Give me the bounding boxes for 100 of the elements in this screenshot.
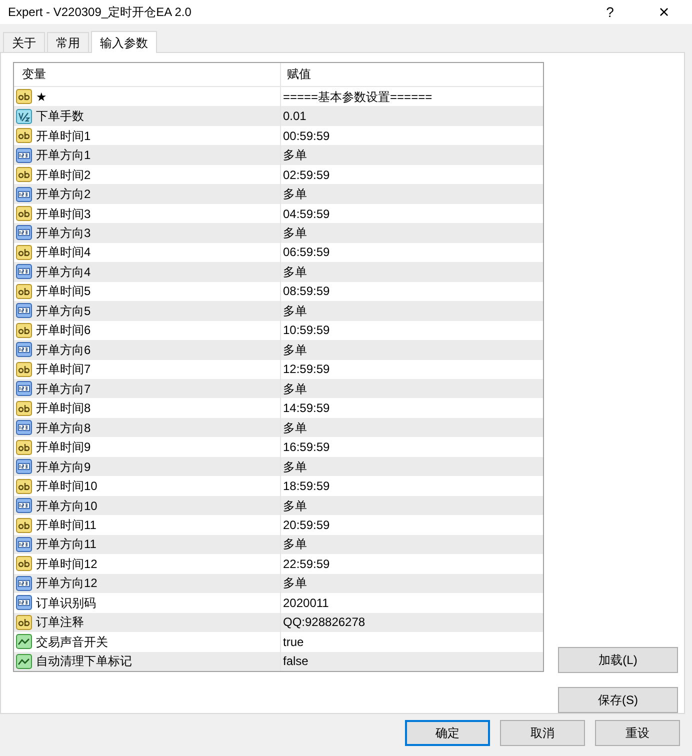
help-button[interactable]: ? — [598, 2, 622, 22]
parameter-value: 2020011 — [283, 594, 329, 612]
parameter-value: 多单 — [283, 342, 307, 359]
parameter-value: 多单 — [283, 575, 307, 592]
parameter-name: 开单时间5 — [36, 283, 91, 300]
string-type-icon — [16, 284, 32, 299]
dialog-button[interactable]: 加载(L) — [558, 647, 678, 673]
parameter-name: 开单时间1 — [36, 128, 91, 145]
column-header[interactable]: 变量 — [14, 63, 281, 86]
parameter-name: 开单方向1 — [36, 147, 91, 164]
dialog-button[interactable]: 取消 — [500, 720, 585, 746]
number-type-icon — [16, 536, 32, 552]
string-type-icon — [16, 518, 32, 533]
string-type-icon — [16, 244, 32, 260]
number-type-icon — [16, 576, 32, 591]
parameter-value: QQ:928826278 — [283, 614, 366, 632]
toggle-type-icon — [16, 634, 32, 650]
parameter-value: 00:59:59 — [283, 128, 330, 145]
parameter-name: 开单时间4 — [36, 244, 91, 262]
parameter-value: 14:59:59 — [283, 400, 330, 418]
parameter-name: 开单时间10 — [36, 478, 98, 496]
string-type-icon — [16, 89, 32, 104]
window-title: Expert - V220309_定时开仓EA 2.0 — [8, 4, 192, 21]
parameter-name: 开单方向5 — [36, 302, 91, 320]
parameter-name: 开单时间6 — [36, 322, 91, 340]
parameter-value: 多单 — [283, 264, 307, 281]
parameter-value: 多单 — [283, 380, 307, 398]
parameter-name: 开单方向8 — [36, 420, 91, 437]
parameter-value: 0.01 — [283, 108, 306, 126]
string-type-icon — [16, 167, 32, 182]
fraction-type-icon — [16, 108, 32, 124]
parameter-name: 开单时间3 — [36, 206, 91, 223]
string-type-icon — [16, 556, 32, 572]
string-type-icon — [16, 322, 32, 338]
column-header[interactable]: 赋值 — [281, 63, 543, 86]
parameter-name: 开单时间11 — [36, 517, 96, 534]
number-type-icon — [16, 225, 32, 240]
number-type-icon — [16, 420, 32, 436]
parameter-name: 开单方向4 — [36, 264, 91, 281]
parameter-name: 开单方向9 — [36, 458, 91, 476]
parameter-name: 下单手数 — [36, 108, 84, 126]
parameter-value: 16:59:59 — [283, 439, 330, 456]
tab[interactable]: 常用 — [47, 32, 89, 52]
parameter-value: 08:59:59 — [283, 283, 330, 300]
number-type-icon — [16, 186, 32, 202]
close-button[interactable]: × — [652, 0, 676, 26]
toggle-type-icon — [16, 654, 32, 669]
number-type-icon — [16, 303, 32, 318]
parameter-name: 开单方向12 — [36, 575, 98, 592]
parameter-value: 多单 — [283, 458, 307, 476]
parameter-name: 开单方向6 — [36, 342, 91, 359]
parameter-value: 10:59:59 — [283, 322, 330, 340]
parameter-value: 多单 — [283, 536, 307, 554]
tab[interactable]: 输入参数 — [91, 31, 157, 53]
parameter-value: true — [283, 634, 304, 651]
parameter-value: false — [283, 653, 308, 670]
parameter-value: 多单 — [283, 498, 307, 515]
string-type-icon — [16, 362, 32, 377]
tab[interactable]: 关于 — [3, 32, 45, 52]
number-type-icon — [16, 381, 32, 396]
number-type-icon — [16, 342, 32, 358]
parameter-value: 22:59:59 — [283, 556, 330, 573]
number-type-icon — [16, 264, 32, 280]
parameter-name: 交易声音开关 — [36, 634, 108, 651]
number-type-icon — [16, 148, 32, 163]
parameter-name: 开单方向10 — [36, 498, 98, 515]
parameter-name: 订单识别码 — [36, 594, 96, 612]
parameter-value: 多单 — [283, 224, 307, 242]
parameter-name: 开单方向3 — [36, 224, 91, 242]
parameter-value: 多单 — [283, 302, 307, 320]
number-type-icon — [16, 498, 32, 514]
string-type-icon — [16, 128, 32, 144]
parameter-name: ★ — [36, 88, 47, 106]
parameter-value: 多单 — [283, 420, 307, 437]
parameter-value: 多单 — [283, 147, 307, 164]
dialog-button[interactable]: 确定 — [405, 720, 490, 746]
parameter-name: 订单注释 — [36, 614, 84, 632]
string-type-icon — [16, 478, 32, 494]
parameter-name: 自动清理下单标记 — [36, 653, 132, 670]
parameter-value: 06:59:59 — [283, 244, 330, 262]
parameter-name: 开单方向2 — [36, 186, 91, 204]
string-type-icon — [16, 614, 32, 630]
parameter-value: 12:59:59 — [283, 361, 330, 378]
dialog-button[interactable]: 重设 — [595, 720, 680, 746]
parameter-value: =====基本参数设置====== — [283, 88, 432, 106]
parameter-value: 04:59:59 — [283, 206, 330, 223]
string-type-icon — [16, 400, 32, 416]
string-type-icon — [16, 206, 32, 222]
number-type-icon — [16, 459, 32, 474]
parameter-value: 多单 — [283, 186, 307, 204]
parameter-name: 开单方向7 — [36, 380, 91, 398]
parameter-name: 开单时间2 — [36, 166, 91, 184]
parameter-name: 开单时间12 — [36, 556, 98, 573]
parameter-value: 18:59:59 — [283, 478, 330, 496]
parameter-name: 开单时间7 — [36, 361, 91, 378]
parameter-name: 开单方向11 — [36, 536, 96, 554]
parameter-name: 开单时间9 — [36, 439, 91, 456]
parameter-value: 20:59:59 — [283, 517, 330, 534]
dialog-button[interactable]: 保存(S) — [558, 687, 678, 713]
string-type-icon — [16, 440, 32, 455]
